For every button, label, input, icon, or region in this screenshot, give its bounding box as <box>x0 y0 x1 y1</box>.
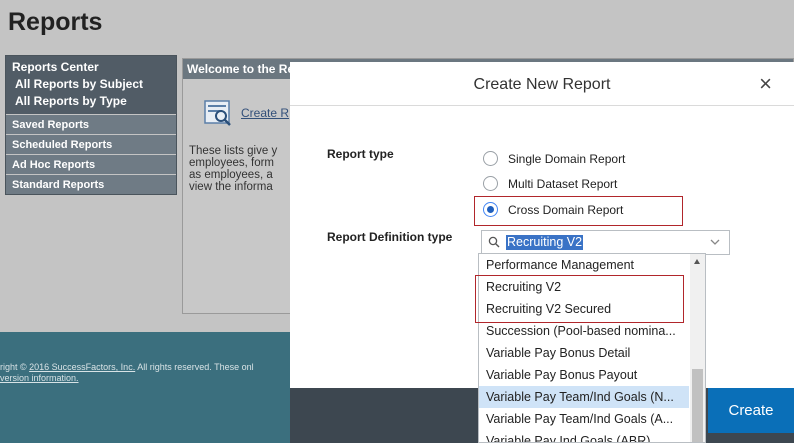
definition-type-value[interactable]: Recruiting V2 <box>506 235 584 250</box>
dropdown-option[interactable]: Performance Management <box>479 254 689 276</box>
definition-type-combobox[interactable]: Recruiting V2 <box>481 230 730 255</box>
sidebar-header: Reports Center All Reports by Subject Al… <box>6 56 176 114</box>
radio-circle[interactable] <box>483 151 498 167</box>
definition-type-label: Report Definition type <box>327 230 453 244</box>
close-icon[interactable]: × <box>759 71 772 97</box>
sidebar-item-scheduled-reports[interactable]: Scheduled Reports <box>6 134 176 154</box>
sidebar-item-ad-hoc-reports[interactable]: Ad Hoc Reports <box>6 154 176 174</box>
sidebar-item-all-by-type[interactable]: All Reports by Type <box>12 93 170 110</box>
dropdown-option[interactable]: Succession (Pool-based nomina... <box>479 320 689 342</box>
report-icon <box>204 100 231 126</box>
page-title: Reports <box>8 8 103 36</box>
sidebar-header-title[interactable]: Reports Center <box>12 59 170 76</box>
chevron-down-icon[interactable] <box>709 236 721 248</box>
create-report-link[interactable]: Create R <box>241 106 289 120</box>
copyright-suffix: All rights reserved. These onl <box>135 362 254 372</box>
dialog-header: Create New Report × <box>290 62 794 106</box>
sidebar-item-standard-reports[interactable]: Standard Reports <box>6 174 176 194</box>
welcome-description: These lists give y employees, form as em… <box>189 145 278 193</box>
dialog-title: Create New Report <box>473 76 611 93</box>
sidebar-item-saved-reports[interactable]: Saved Reports <box>6 114 176 134</box>
dropdown-option[interactable]: Variable Pay Bonus Detail <box>479 342 689 364</box>
radio-label: Single Domain Report <box>508 151 626 166</box>
scrollbar-thumb[interactable] <box>692 369 703 442</box>
dropdown-scrollbar[interactable] <box>690 254 705 442</box>
radio-multi-dataset[interactable]: Multi Dataset Report <box>483 176 618 192</box>
scroll-up-arrow-icon[interactable] <box>694 259 700 264</box>
dropdown-option[interactable]: Variable Pay Ind Goals (ABR) <box>479 430 689 442</box>
sidebar-item-all-by-subject[interactable]: All Reports by Subject <box>12 76 170 93</box>
radio-label: Multi Dataset Report <box>508 176 618 191</box>
search-icon <box>488 236 500 248</box>
annotation-box <box>474 196 683 226</box>
create-button[interactable]: Create <box>708 388 794 433</box>
version-info-link[interactable]: version information. <box>0 373 79 383</box>
dropdown-option[interactable]: Variable Pay Bonus Payout <box>479 364 689 386</box>
dropdown-option-highlighted[interactable]: Variable Pay Team/Ind Goals (N... <box>479 386 689 408</box>
annotation-box <box>475 275 684 323</box>
radio-single-domain[interactable]: Single Domain Report <box>483 151 626 167</box>
radio-circle[interactable] <box>483 176 498 192</box>
copyright-link[interactable]: 2016 SuccessFactors, Inc. <box>29 362 135 372</box>
report-type-label: Report type <box>327 147 394 161</box>
copyright-prefix: right © <box>0 362 30 372</box>
reports-sidebar: Reports Center All Reports by Subject Al… <box>5 55 177 195</box>
footer-copyright: right © 2016 SuccessFactors, Inc. All ri… <box>0 362 254 384</box>
dropdown-option[interactable]: Variable Pay Team/Ind Goals (A... <box>479 408 689 430</box>
